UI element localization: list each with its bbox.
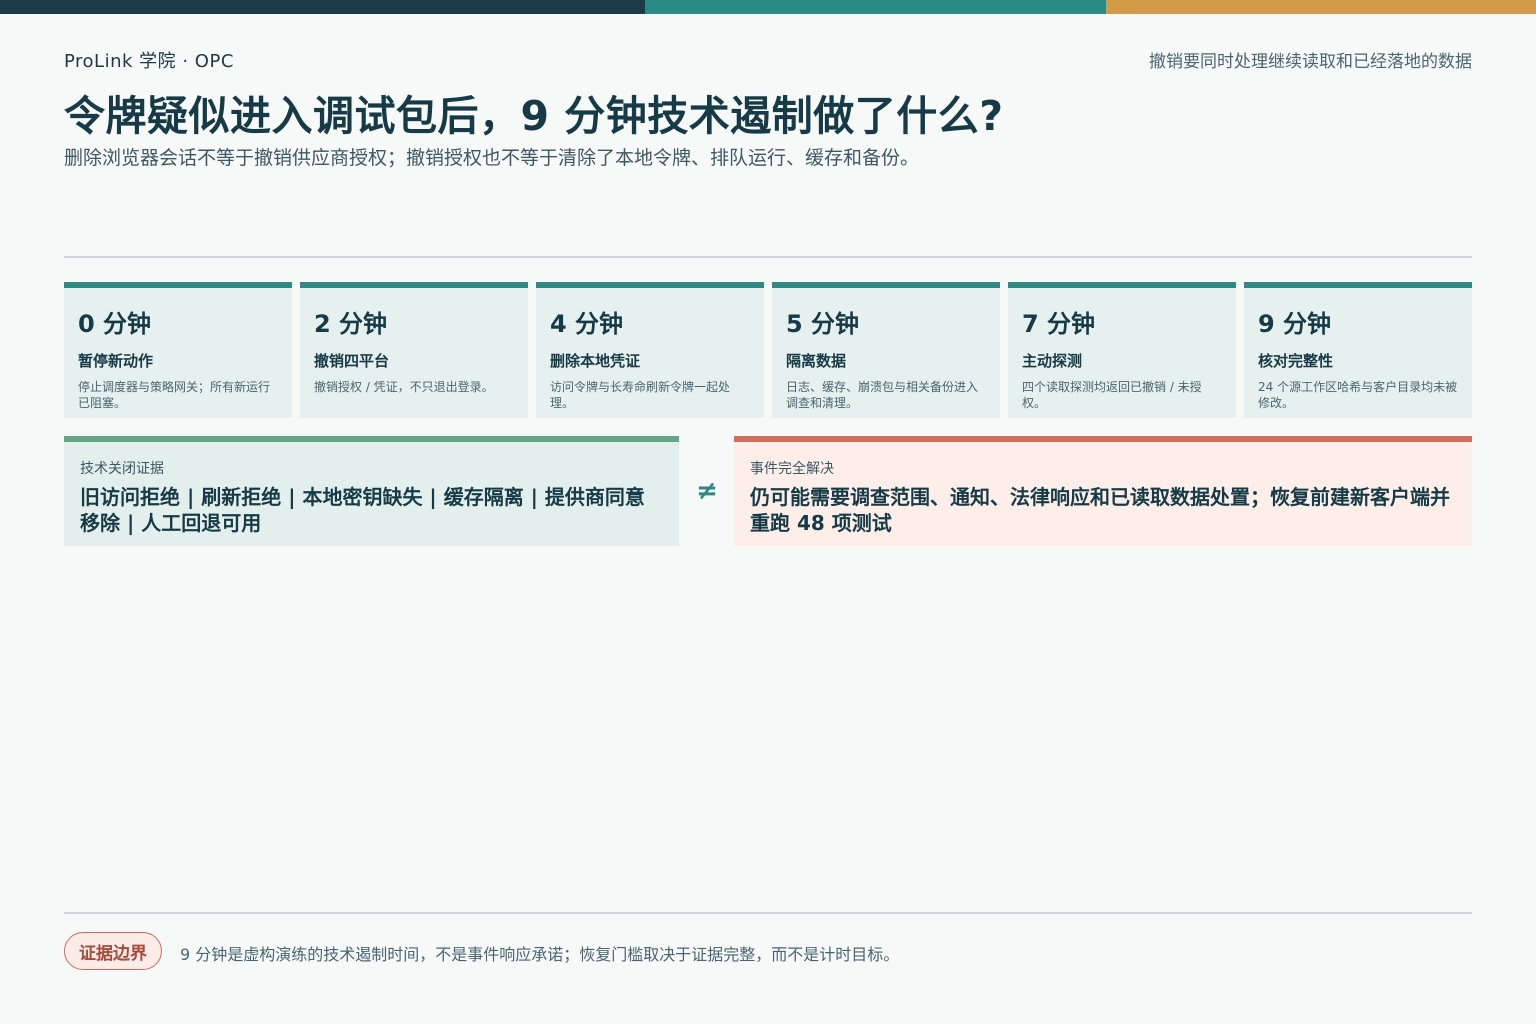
step-label: 主动探测 — [1022, 352, 1083, 370]
divider-bottom — [64, 912, 1472, 914]
header-tagline: 撤销要同时处理继续读取和已经落地的数据 — [1149, 52, 1472, 72]
step-description: 停止调度器与策略网关；所有新运行已阻塞。 — [78, 380, 271, 410]
step-label: 暂停新动作 — [78, 352, 154, 370]
step-label: 删除本地凭证 — [550, 352, 641, 370]
step-label: 撤销四平台 — [314, 352, 390, 370]
timeline-step: 4 分钟 删除本地凭证 访问令牌与长寿命刷新令牌一起处理。 — [536, 282, 764, 418]
divider-top — [64, 256, 1472, 258]
step-time: 0 分钟 — [78, 310, 152, 338]
timeline-step: 2 分钟 撤销四平台 撤销授权 / 凭证，不只退出登录。 — [300, 282, 528, 418]
incident-resolution-panel: 事件完全解决 仍可能需要调查范围、通知、法律响应和已读取数据处置；恢复前建新客户… — [734, 436, 1472, 546]
not-equal-icon: ≠ — [696, 476, 718, 506]
step-time: 7 分钟 — [1022, 310, 1096, 338]
panel-body: 旧访问拒绝 | 刷新拒绝 | 本地密钥缺失 | 缓存隔离 | 提供商同意移除 |… — [80, 485, 645, 535]
step-description: 四个读取探测均返回已撤销 / 未授权。 — [1022, 380, 1202, 410]
step-description: 访问令牌与长寿命刷新令牌一起处理。 — [550, 380, 731, 410]
panel-kicker: 事件完全解决 — [750, 461, 834, 477]
step-description: 24 个源工作区哈希与客户目录均未被修改。 — [1258, 380, 1458, 410]
evidence-boundary-badge: 证据边界 — [64, 932, 162, 970]
panel-body: 仍可能需要调查范围、通知、法律响应和已读取数据处置；恢复前建新客户端并重跑 48… — [750, 485, 1450, 535]
panel-kicker: 技术关闭证据 — [80, 461, 164, 477]
step-label: 核对完整性 — [1258, 352, 1334, 370]
color-bar-segment-navy — [0, 0, 645, 14]
step-time: 9 分钟 — [1258, 310, 1332, 338]
color-bar-segment-amber — [1106, 0, 1536, 14]
brand-label: ProLink 学院 · OPC — [64, 51, 234, 72]
timeline-step: 0 分钟 暂停新动作 停止调度器与策略网关；所有新运行已阻塞。 — [64, 282, 292, 418]
timeline-step: 7 分钟 主动探测 四个读取探测均返回已撤销 / 未授权。 — [1008, 282, 1236, 418]
page-subtitle: 删除浏览器会话不等于撤销供应商授权；撤销授权也不等于清除了本地令牌、排队运行、缓… — [64, 147, 920, 169]
step-time: 2 分钟 — [314, 310, 388, 338]
color-bar-segment-teal — [645, 0, 1106, 14]
step-time: 5 分钟 — [786, 310, 860, 338]
technical-closure-panel: 技术关闭证据 旧访问拒绝 | 刷新拒绝 | 本地密钥缺失 | 缓存隔离 | 提供… — [64, 436, 679, 546]
step-description: 日志、缓存、崩溃包与相关备份进入调查和清理。 — [786, 380, 979, 410]
timeline-step: 9 分钟 核对完整性 24 个源工作区哈希与客户目录均未被修改。 — [1244, 282, 1472, 418]
step-label: 隔离数据 — [786, 352, 847, 370]
step-time: 4 分钟 — [550, 310, 624, 338]
step-description: 撤销授权 / 凭证，不只退出登录。 — [314, 380, 494, 394]
page-title: 令牌疑似进入调试包后，9 分钟技术遏制做了什么? — [64, 92, 1004, 140]
timeline: 0 分钟 暂停新动作 停止调度器与策略网关；所有新运行已阻塞。 2 分钟 撤销四… — [64, 282, 1472, 418]
footer-note: 9 分钟是虚构演练的技术遏制时间，不是事件响应承诺；恢复门槛取决于证据完整，而不… — [180, 945, 900, 964]
timeline-step: 5 分钟 隔离数据 日志、缓存、崩溃包与相关备份进入调查和清理。 — [772, 282, 1000, 418]
top-color-bar — [0, 0, 1536, 14]
